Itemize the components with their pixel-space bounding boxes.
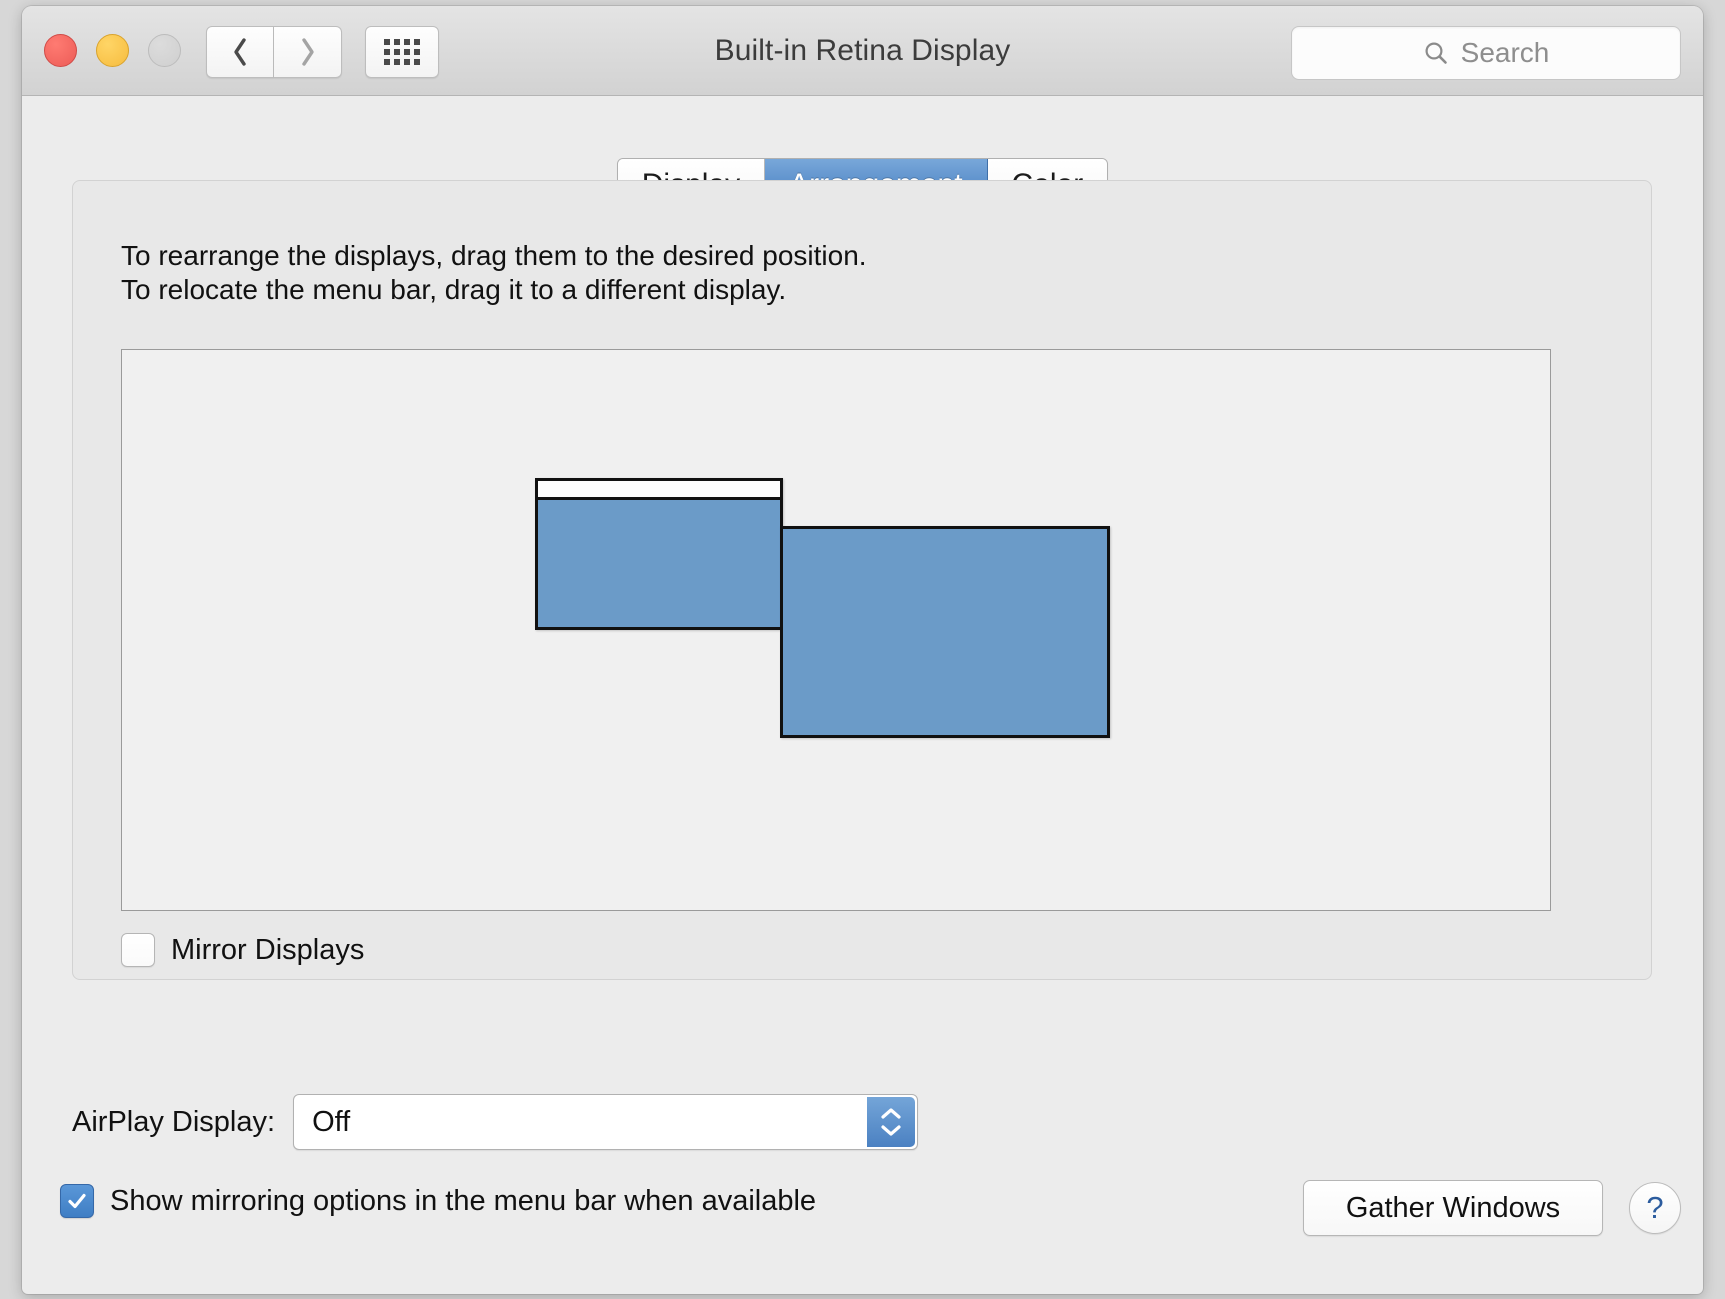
help-button[interactable]: ? bbox=[1629, 1182, 1681, 1234]
footer-row: Show mirroring options in the menu bar w… bbox=[22, 1172, 1703, 1242]
mirror-displays-row[interactable]: Mirror Displays bbox=[121, 933, 364, 967]
instruction-line-2: To relocate the menu bar, drag it to a d… bbox=[121, 274, 787, 306]
system-preferences-window: Built-in Retina Display Search Display A… bbox=[22, 6, 1703, 1294]
airplay-display-value: Off bbox=[312, 1105, 351, 1138]
chevron-up-icon bbox=[881, 1108, 901, 1119]
display-arrangement-canvas[interactable] bbox=[121, 349, 1551, 911]
show-mirroring-options-row[interactable]: Show mirroring options in the menu bar w… bbox=[60, 1184, 816, 1218]
mirror-displays-checkbox[interactable] bbox=[121, 933, 155, 967]
airplay-display-label: AirPlay Display: bbox=[72, 1105, 276, 1138]
show-mirroring-options-label: Show mirroring options in the menu bar w… bbox=[110, 1184, 817, 1217]
display-thumbnail-right[interactable] bbox=[780, 526, 1110, 738]
instructions-text: To rearrange the displays, drag them to … bbox=[121, 239, 867, 307]
airplay-display-row: AirPlay Display: Off bbox=[72, 1094, 919, 1150]
show-mirroring-options-checkbox[interactable] bbox=[60, 1184, 94, 1218]
checkmark-icon bbox=[68, 1193, 86, 1209]
display-thumbnail-left[interactable] bbox=[535, 478, 783, 630]
arrangement-panel: To rearrange the displays, drag them to … bbox=[72, 180, 1652, 980]
stepper-arrows-icon[interactable] bbox=[867, 1097, 916, 1147]
window-titlebar: Built-in Retina Display Search bbox=[22, 6, 1703, 96]
search-input[interactable]: Search bbox=[1291, 26, 1681, 80]
mirror-displays-label: Mirror Displays bbox=[171, 933, 365, 966]
search-icon bbox=[1425, 42, 1447, 64]
chevron-down-icon bbox=[881, 1125, 901, 1136]
search-placeholder: Search bbox=[1460, 37, 1550, 68]
airplay-display-select[interactable]: Off bbox=[293, 1094, 919, 1150]
instruction-line-1: To rearrange the displays, drag them to … bbox=[121, 240, 867, 271]
gather-windows-button[interactable]: Gather Windows bbox=[1303, 1180, 1603, 1236]
menu-bar-strip[interactable] bbox=[538, 481, 780, 500]
